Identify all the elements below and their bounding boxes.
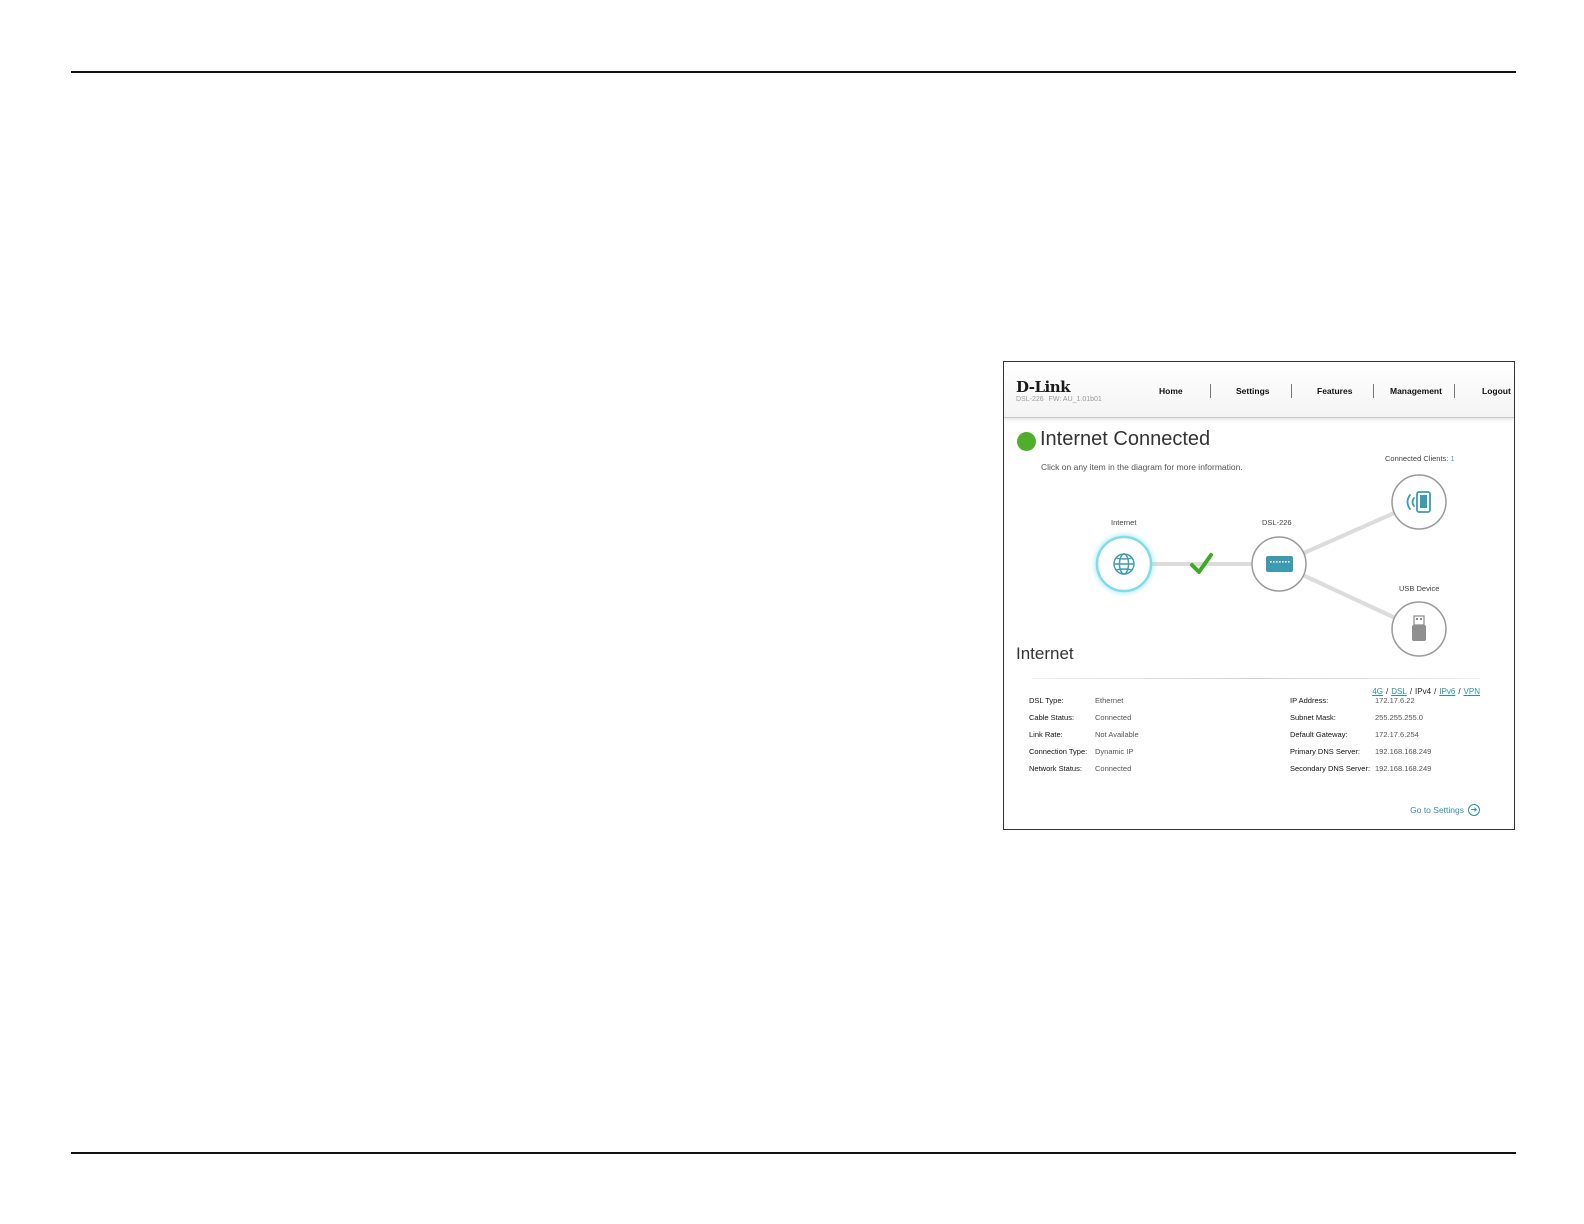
network-diagram (1091, 474, 1447, 657)
tab-ipv6[interactable]: IPv6 (1439, 687, 1455, 696)
info-label: Subnet Mask: (1290, 713, 1336, 722)
info-value: 172.17.6.254 (1375, 730, 1419, 739)
clients-node-label: Connected Clients: 1 (1385, 454, 1455, 463)
section-divider (1032, 678, 1480, 679)
internet-node-label: Internet (1111, 518, 1137, 527)
go-to-settings-label: Go to Settings (1410, 805, 1464, 815)
info-label: Secondary DNS Server: (1290, 764, 1371, 773)
tab-dsl[interactable]: DSL (1391, 687, 1407, 696)
section-title: Internet (1016, 644, 1074, 663)
clients-node[interactable] (1391, 474, 1447, 530)
usb-node-label: USB Device (1399, 584, 1440, 593)
info-label: Cable Status: (1029, 713, 1075, 722)
usb-drive-icon (1412, 615, 1426, 641)
page-top-rule (71, 71, 1516, 73)
info-value: 255.255.255.0 (1375, 713, 1423, 722)
info-value: Connected (1095, 713, 1132, 722)
info-label: Network Status: (1029, 764, 1082, 773)
router-node[interactable] (1251, 536, 1307, 592)
clients-label-text: Connected Clients: (1385, 454, 1449, 463)
info-value: 192.168.168.249 (1375, 747, 1432, 756)
tab-vpn[interactable]: VPN (1464, 687, 1480, 696)
internet-node[interactable] (1091, 531, 1157, 597)
go-to-settings-link[interactable]: Go to Settings ➜ (1410, 804, 1480, 816)
info-value: 172.17.6.22 (1375, 696, 1415, 705)
tab-4g[interactable]: 4G (1372, 687, 1383, 696)
info-label: Link Rate: (1029, 730, 1063, 739)
connection-mode-tabs: 4G / DSL / IPv4/IPv6/VPN (1372, 687, 1480, 696)
info-label: Default Gateway: (1290, 730, 1348, 739)
info-label: Connection Type: (1029, 747, 1088, 756)
usb-node[interactable] (1391, 601, 1447, 657)
arrow-right-icon: ➜ (1468, 804, 1480, 816)
router-ui-screenshot: D-Link DSL-226 FW: AU_1.01b01 Home Settin… (1003, 361, 1515, 830)
router-icon (1266, 556, 1293, 572)
info-value: Ethernet (1095, 696, 1124, 705)
info-value: 192.168.168.249 (1375, 764, 1432, 773)
info-value: Not Available (1095, 730, 1139, 739)
info-label: IP Address: (1290, 696, 1329, 705)
info-value: Connected (1095, 764, 1132, 773)
page-bottom-rule (71, 1152, 1516, 1154)
info-value: Dynamic IP (1095, 747, 1134, 756)
tab-ipv4: IPv4 (1415, 687, 1432, 696)
clients-count: 1 (1450, 454, 1455, 463)
info-label: DSL Type: (1029, 696, 1064, 705)
info-label: Primary DNS Server: (1290, 747, 1361, 756)
router-node-label: DSL-226 (1262, 518, 1292, 527)
